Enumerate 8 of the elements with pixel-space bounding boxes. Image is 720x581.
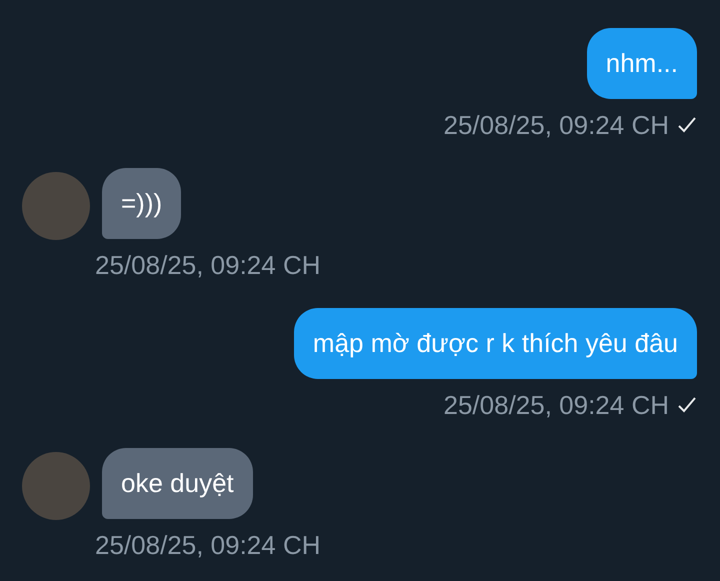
message-bubble: oke duyệt xyxy=(102,448,253,519)
message-timestamp: 25/08/25, 09:24 CH xyxy=(444,390,669,420)
message-bubble: =))) xyxy=(102,168,182,239)
message-bubble: mập mờ được r k thích yêu đâu xyxy=(294,308,697,379)
message-timestamp: 25/08/25, 09:24 CH xyxy=(444,110,669,140)
message-timestamp: 25/08/25, 09:24 CH xyxy=(95,530,320,560)
message-timestamp: 25/08/25, 09:24 CH xyxy=(95,250,320,280)
message-bubble: nhm... xyxy=(586,28,697,99)
